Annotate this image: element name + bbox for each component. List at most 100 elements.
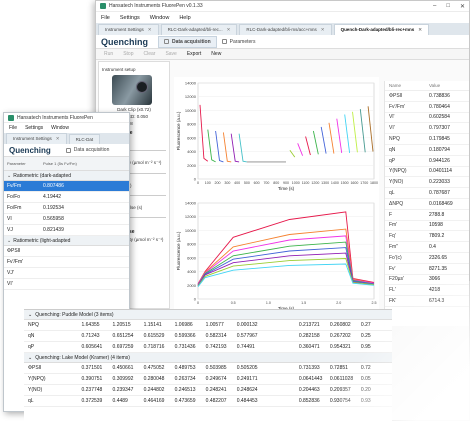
table-row[interactable]: Fv/Fm 0.807486 (4, 181, 129, 192)
table-cell: 0.371501 (81, 365, 103, 371)
close-tab-icon[interactable]: ✕ (227, 27, 231, 32)
clear-button[interactable]: Clear (143, 51, 155, 57)
minimize-button[interactable]: – (433, 3, 436, 10)
x-axis-label: Time (s) (278, 186, 295, 191)
subtab-label: Parameters (229, 38, 256, 45)
x-tick-label: 1700 (360, 181, 368, 185)
table-row[interactable]: VJ' (4, 268, 129, 279)
param-row[interactable]: qL 0.787687 (385, 188, 469, 199)
param-value: 2326.65 (429, 254, 448, 261)
table-row[interactable]: qN 0.71243 0.651254 0.615529 0.599366 0.58231… (24, 331, 392, 342)
tab-instrument-settings[interactable]: Instrument Settings ✕ (6, 133, 67, 144)
param-value: 0.602584 (429, 114, 450, 121)
menu-help[interactable]: Help (179, 15, 190, 21)
table-row[interactable]: qL 0.372539 0.4489 0.464169 0.473659 0.482207… (24, 396, 392, 407)
menu-file[interactable]: File (101, 15, 110, 21)
x-tick-label: 1800 (370, 181, 378, 185)
param-row[interactable]: ΔNPQ 0.0168469 (385, 199, 469, 210)
tab-instrument-settings[interactable]: Instrument Settings ✕ (98, 24, 159, 35)
x-tick-label: 1600 (350, 181, 358, 185)
section-toggle[interactable]: ⌄ Ratiometric (dark-adapted (4, 171, 129, 181)
param-row[interactable]: VI' 0.797307 (385, 123, 469, 135)
menu-settings[interactable]: Settings (25, 125, 43, 131)
param-row[interactable]: FK' 6714.3 (385, 296, 469, 307)
param-name: Vl' (389, 114, 395, 121)
param-row[interactable]: Y(NPQ) 0.0401114 (385, 167, 469, 178)
close-tab-icon[interactable]: ✕ (148, 27, 152, 32)
param-row[interactable]: NPQ 0.179845 (385, 134, 469, 145)
tab-rlc-2[interactable]: RLC-Dark-adapted/bli-ms/acc+mns ✕ (239, 24, 332, 35)
param-row[interactable]: Fm' 10598 (385, 221, 469, 232)
section-title: Ratiometric (light-adapted (13, 237, 71, 244)
parameters-panel: Name Value ΦPSII 0.738836 Fv'/Fm' 0.780464 V… (384, 81, 469, 326)
menu-window[interactable]: Window (51, 125, 69, 131)
chevron-down-icon: ⌄ (28, 311, 33, 318)
new-button[interactable]: New (211, 51, 221, 57)
row-label: qL (28, 398, 34, 404)
fluorescence-overview-chart[interactable]: 020004000600080001000012000140000 100 200 3… (174, 77, 379, 195)
table-row[interactable]: ΦPSII 0.371501 0.450661 0.475052 0.489753 0.5… (24, 363, 392, 374)
param-row[interactable]: Fv' 8271.35 (385, 264, 469, 275)
menu-settings[interactable]: Settings (120, 15, 140, 21)
tab-rlc[interactable]: RLC-Dat (68, 134, 101, 144)
table-row[interactable]: NPQ 1.64355 1.20515 1.15141 1.06986 1.00577 0.… (24, 320, 392, 331)
x-tick-label: 300 (224, 181, 230, 185)
param-row[interactable]: ΦPSII 0.738836 (385, 91, 469, 102)
section-toggle[interactable]: ⌄ Quenching: Lake Model (Kramer) (4 items… (24, 353, 392, 363)
table-row[interactable]: VI 0.565958 (4, 214, 129, 225)
param-row[interactable]: qP 0.944126 (385, 156, 469, 167)
save-button[interactable]: Save (165, 51, 176, 57)
export-button[interactable]: Export (187, 51, 201, 57)
fluorescence-pulse-chart[interactable]: 020004000600080001000012000140000 0.5 1.0 1… (174, 197, 379, 317)
row-label: NPQ (28, 322, 39, 328)
x-tick-label: 1.0 (266, 301, 271, 305)
y-tick-label: 12000 (185, 94, 197, 99)
close-tab-icon[interactable]: ✕ (56, 136, 60, 141)
table-cell: 0.464169 (143, 398, 165, 404)
close-tab-icon[interactable]: ✕ (321, 27, 325, 32)
tab-data-acquisition[interactable]: Data acquisition (61, 145, 115, 155)
param-row[interactable]: Fq' 7809.2 (385, 231, 469, 243)
tab-quench[interactable]: Quench-Dark-adapted/bli-rec+mns ✕ (333, 24, 429, 35)
menu-window[interactable]: Window (150, 15, 170, 21)
parameter-name: VI' (7, 281, 13, 287)
table-row[interactable]: Fv'/Fm' (4, 257, 129, 268)
y-tick-label: 4000 (187, 149, 197, 154)
table-row[interactable]: Fo/Fm 0.192534 (4, 203, 129, 214)
secondary-window-title: Hansatech Instruments FluorePen (17, 114, 93, 121)
section-toggle[interactable]: ⌄ Ratiometric (light-adapted (4, 236, 129, 246)
table-cell: 0.475052 (143, 365, 165, 371)
tab-data-acquisition[interactable]: Data acquisition (158, 35, 217, 48)
maximize-button[interactable]: □ (446, 3, 450, 10)
table-cell: 0.25 (360, 333, 371, 339)
param-row[interactable]: FL' 4218 (385, 285, 469, 297)
table-row[interactable]: Fo/Fo 4.19442 (4, 192, 129, 203)
table-row[interactable]: Y(NO) 0.237748 0.239347 0.244802 0.246513 0.2… (24, 385, 392, 396)
tab-parameters[interactable]: Parameters (217, 37, 261, 47)
param-row[interactable]: Fo'(c) 2326.65 (385, 253, 469, 264)
col-parameter: Parameter (7, 161, 26, 166)
table-row[interactable]: VJ 0.821439 (4, 225, 129, 236)
secondary-tabs: Instrument Settings ✕ RLC-Dat (4, 133, 129, 144)
table-cell: 0.244802 (143, 387, 165, 393)
tab-rlc-1[interactable]: RLC-Dark-adapted/bli-rec... ✕ (160, 24, 238, 35)
table-row[interactable]: qP 0.605641 0.697259 0.718716 0.731436 0.7421… (24, 342, 392, 353)
param-row[interactable]: Vl' 0.602584 (385, 113, 469, 124)
table-row[interactable]: ΦPSII (4, 246, 129, 257)
table-row[interactable]: VI' (4, 279, 129, 290)
close-tab-icon[interactable]: ✕ (418, 27, 422, 32)
section-toggle[interactable]: ⌄ Quenching: Puddle Model (3 items) (24, 310, 392, 320)
table-cell: 0.260802 (329, 322, 351, 328)
table-cell: 0.248241 (205, 387, 227, 393)
param-row[interactable]: Fv'/Fm' 0.780464 (385, 102, 469, 113)
menu-file[interactable]: File (9, 125, 17, 131)
param-row[interactable]: Y(NO) 0.223033 (385, 177, 469, 189)
param-row[interactable]: qN 0.180794 (385, 145, 469, 156)
table-row[interactable]: Y(NPQ) 0.390751 0.309992 0.280048 0.263734 0.… (24, 374, 392, 385)
param-row[interactable]: F20µs' 3066 (385, 275, 469, 286)
param-row[interactable]: Fm" 0.4 (385, 242, 469, 253)
stop-button[interactable]: Stop (123, 51, 133, 57)
run-button[interactable]: Run (104, 51, 113, 57)
close-button[interactable]: ✕ (460, 3, 465, 10)
param-row[interactable]: F 2788.8 (385, 210, 469, 221)
